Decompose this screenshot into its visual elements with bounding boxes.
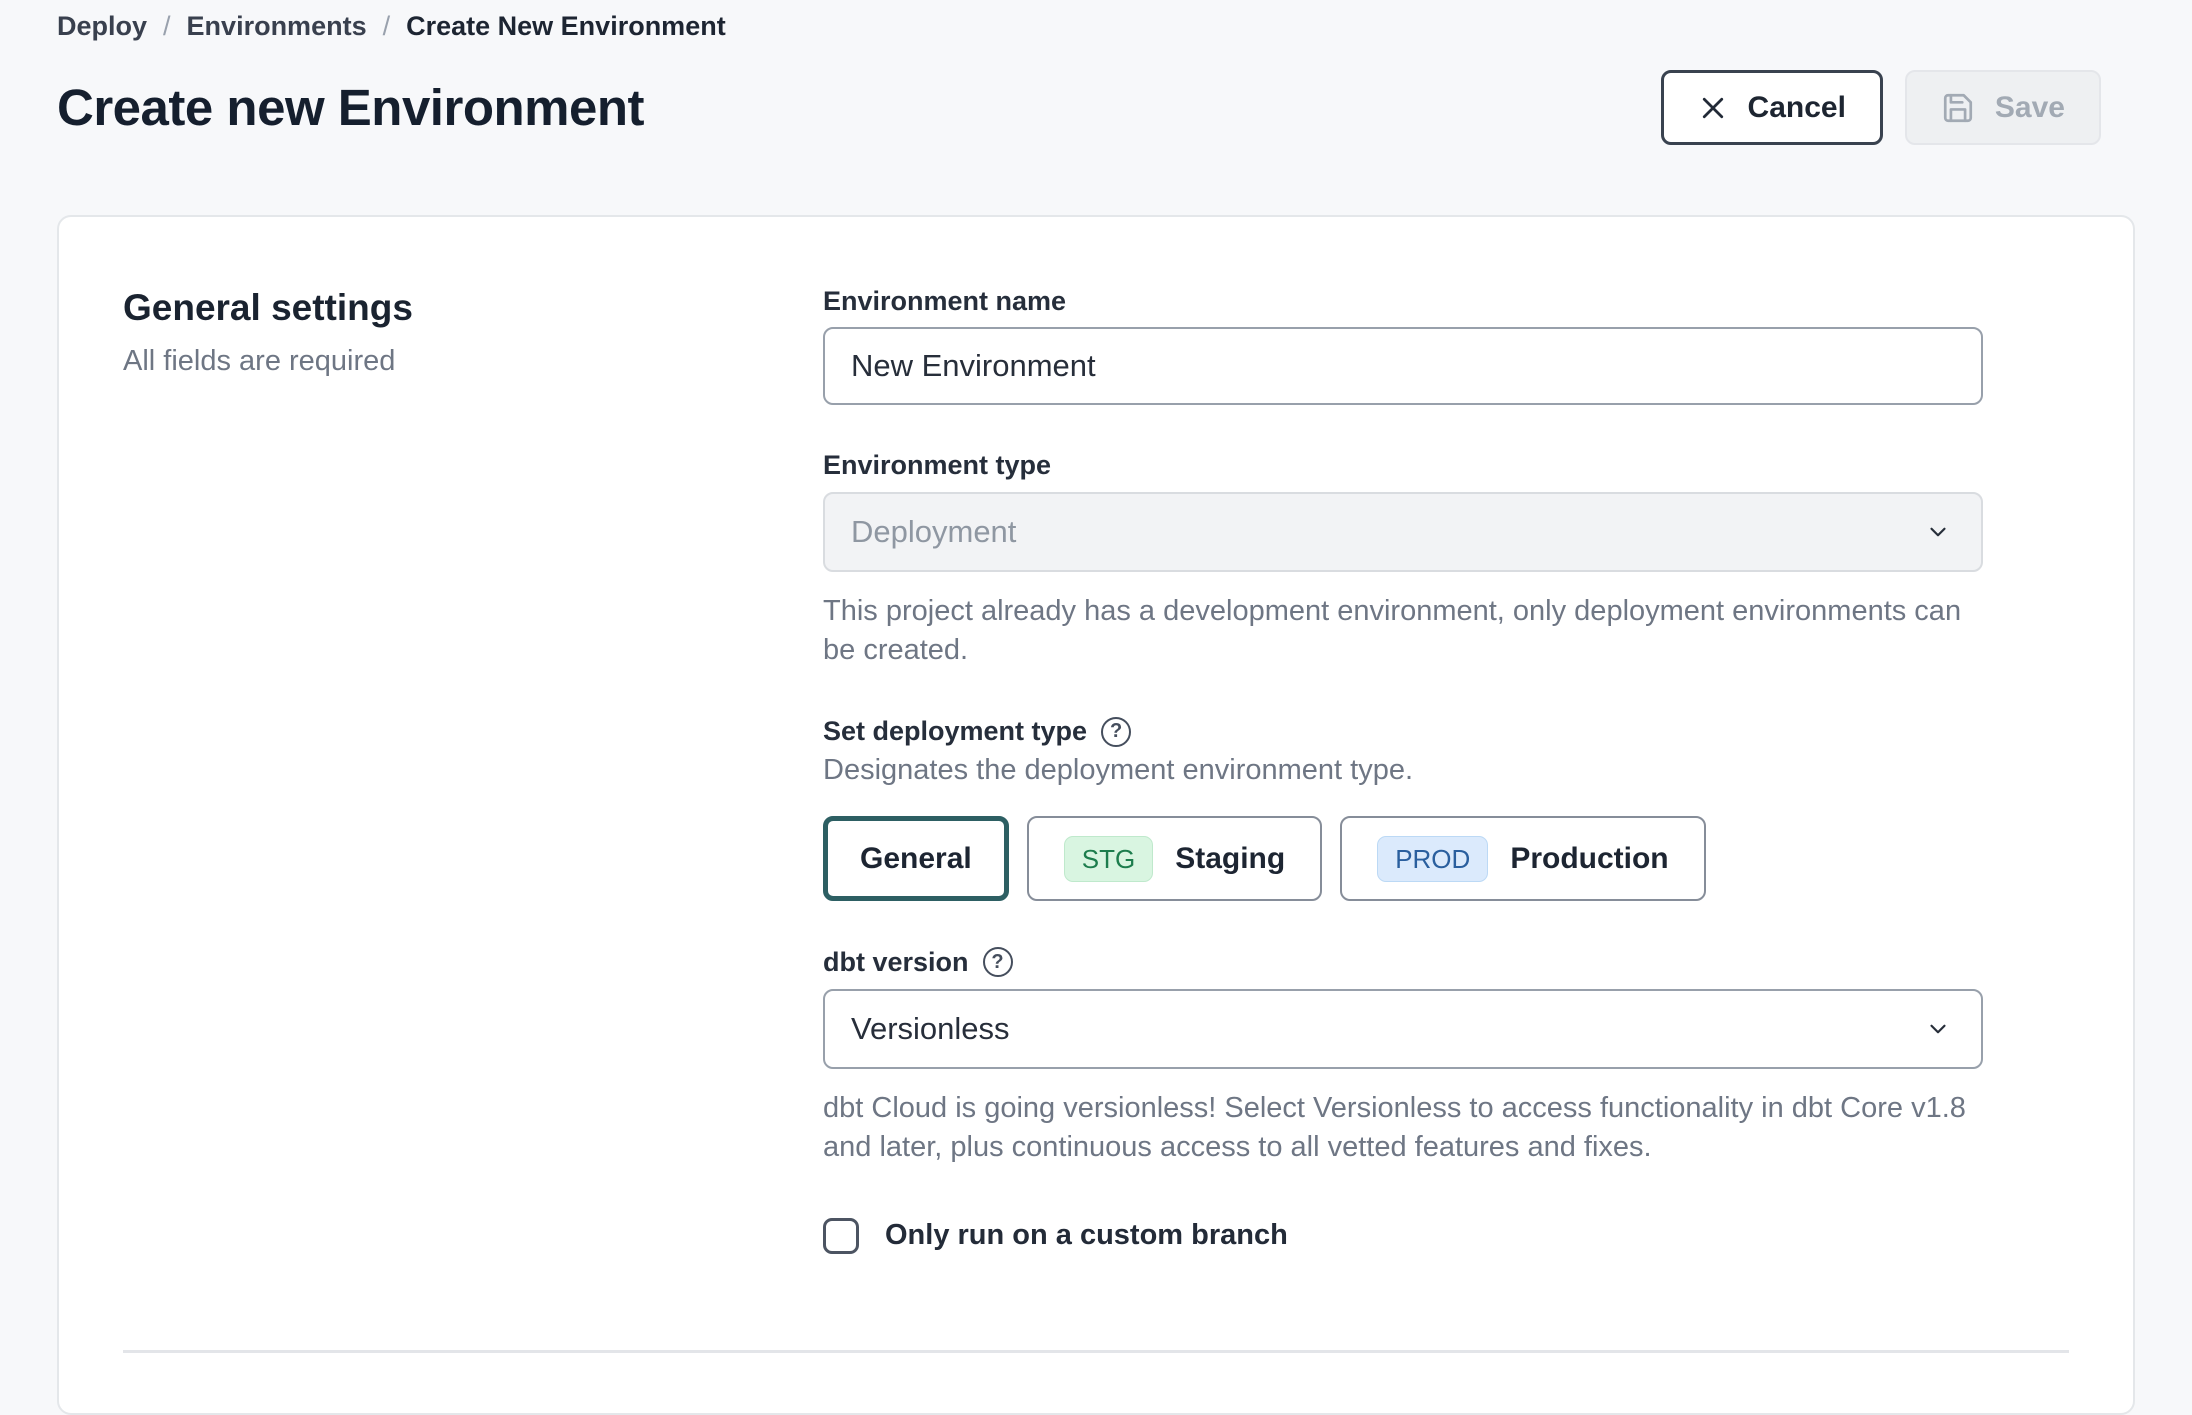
dbt-version-help: dbt Cloud is going versionless! Select V… — [823, 1089, 1983, 1168]
section-title: General settings — [123, 287, 823, 329]
dbt-version-value: Versionless — [851, 1011, 1010, 1047]
environment-name-field: Environment name — [823, 287, 1983, 405]
deployment-type-label: Set deployment type — [823, 717, 1087, 745]
chevron-down-icon — [1925, 1016, 1951, 1042]
dbt-version-field: dbt version ? Versionless dbt Cloud is g… — [823, 947, 1983, 1168]
page-title: Create new Environment — [57, 78, 644, 137]
deployment-type-option-general[interactable]: General — [823, 816, 1009, 901]
custom-branch-row[interactable]: Only run on a custom branch — [823, 1218, 1983, 1254]
deployment-type-options: General STG Staging PROD Production — [823, 816, 1983, 901]
section-subtitle: All fields are required — [123, 345, 823, 378]
environment-name-input[interactable] — [823, 327, 1983, 405]
dbt-version-select[interactable]: Versionless — [823, 989, 1983, 1069]
deployment-type-option-label: General — [860, 842, 972, 876]
deployment-type-field: Set deployment type ? Designates the dep… — [823, 717, 1983, 901]
deployment-type-option-staging[interactable]: STG Staging — [1027, 816, 1322, 901]
environment-type-select: Deployment — [823, 492, 1983, 572]
help-icon[interactable]: ? — [983, 947, 1013, 977]
breadcrumb-current-page: Create New Environment — [406, 11, 726, 42]
deployment-type-option-production[interactable]: PROD Production — [1340, 816, 1705, 901]
dbt-version-label: dbt version — [823, 948, 969, 976]
page-header: Create new Environment Cancel — [57, 70, 2135, 145]
deployment-type-description: Designates the deployment environment ty… — [823, 751, 1983, 790]
custom-branch-label: Only run on a custom branch — [885, 1219, 1288, 1252]
cancel-button[interactable]: Cancel — [1661, 70, 1883, 145]
page: Deploy / Environments / Create New Envir… — [0, 0, 2192, 1415]
save-icon — [1941, 91, 1975, 125]
settings-card: General settings All fields are required… — [57, 215, 2135, 1415]
custom-branch-checkbox[interactable] — [823, 1218, 859, 1254]
breadcrumb-separator: / — [383, 11, 391, 42]
section-heading-column: General settings All fields are required — [123, 287, 823, 1254]
help-icon[interactable]: ? — [1101, 717, 1131, 747]
production-badge: PROD — [1377, 836, 1488, 882]
breadcrumb: Deploy / Environments / Create New Envir… — [57, 6, 2135, 46]
environment-type-value: Deployment — [851, 514, 1016, 550]
breadcrumb-deploy[interactable]: Deploy — [57, 11, 147, 42]
staging-badge: STG — [1064, 836, 1153, 882]
cancel-button-label: Cancel — [1748, 91, 1846, 125]
environment-form: Environment name Environment type Deploy… — [823, 287, 1983, 1254]
environment-type-field: Environment type Deployment This project… — [823, 451, 1983, 670]
environment-type-label: Environment type — [823, 451, 1983, 479]
environment-name-label: Environment name — [823, 287, 1983, 315]
deployment-type-option-label: Production — [1510, 842, 1668, 876]
breadcrumb-separator: / — [163, 11, 171, 42]
save-button[interactable]: Save — [1905, 70, 2101, 145]
close-icon — [1698, 93, 1728, 123]
section-divider — [123, 1350, 2069, 1353]
breadcrumb-environments[interactable]: Environments — [187, 11, 367, 42]
header-actions: Cancel Save — [1661, 70, 2101, 145]
chevron-down-icon — [1925, 519, 1951, 545]
general-settings-section: General settings All fields are required… — [123, 287, 2069, 1254]
save-button-label: Save — [1995, 91, 2065, 125]
environment-type-help: This project already has a development e… — [823, 592, 1983, 671]
deployment-type-option-label: Staging — [1175, 842, 1285, 876]
